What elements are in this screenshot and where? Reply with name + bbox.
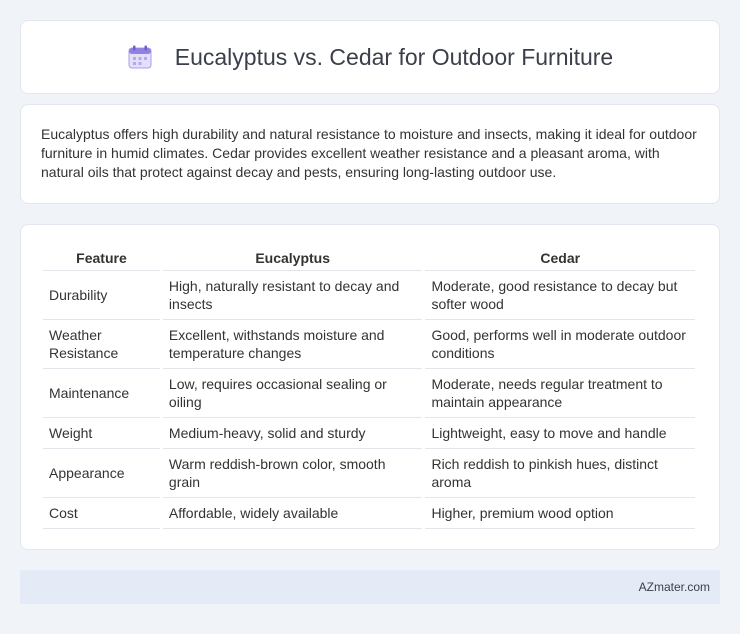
cell-feature: Appearance (43, 449, 160, 498)
title-wrap: Eucalyptus vs. Cedar for Outdoor Furnitu… (127, 44, 613, 71)
cell-cedar: Rich reddish to pinkish hues, distinct a… (425, 449, 695, 498)
cell-feature: Weight (43, 418, 160, 449)
header-eucalyptus: Eucalyptus (162, 245, 423, 271)
cell-cedar: Moderate, good resistance to decay but s… (425, 271, 695, 320)
cell-eucalyptus: Affordable, widely available (162, 498, 423, 529)
header-feature: Feature (43, 245, 160, 271)
cell-cedar: Moderate, needs regular treatment to mai… (425, 369, 695, 418)
intro-card: Eucalyptus offers high durability and na… (20, 104, 720, 204)
table-row: Cost Affordable, widely available Higher… (43, 498, 695, 529)
cell-eucalyptus: High, naturally resistant to decay and i… (162, 271, 423, 320)
table-header-row: Feature Eucalyptus Cedar (43, 245, 695, 271)
cell-eucalyptus: Low, requires occasional sealing or oili… (162, 369, 423, 418)
cell-cedar: Good, performs well in moderate outdoor … (425, 320, 695, 369)
comparison-table: Feature Eucalyptus Cedar Durability High… (40, 245, 698, 529)
cell-eucalyptus: Warm reddish-brown color, smooth grain (162, 449, 423, 498)
cell-eucalyptus: Excellent, withstands moisture and tempe… (162, 320, 423, 369)
header-cedar: Cedar (425, 245, 695, 271)
intro-text: Eucalyptus offers high durability and na… (41, 126, 697, 180)
title-card: Eucalyptus vs. Cedar for Outdoor Furnitu… (20, 20, 720, 94)
cell-feature: Cost (43, 498, 160, 529)
table-card: Feature Eucalyptus Cedar Durability High… (20, 224, 720, 550)
table-row: Durability High, naturally resistant to … (43, 271, 695, 320)
cell-feature: Maintenance (43, 369, 160, 418)
calendar-icon (127, 44, 153, 70)
cell-cedar: Lightweight, easy to move and handle (425, 418, 695, 449)
footer: AZmater.com (20, 570, 720, 604)
footer-site-link[interactable]: AZmater.com (639, 580, 710, 594)
table-row: Weight Medium-heavy, solid and sturdy Li… (43, 418, 695, 449)
table-row: Maintenance Low, requires occasional sea… (43, 369, 695, 418)
cell-feature: Weather Resistance (43, 320, 160, 369)
table-row: Appearance Warm reddish-brown color, smo… (43, 449, 695, 498)
cell-eucalyptus: Medium-heavy, solid and sturdy (162, 418, 423, 449)
table-row: Weather Resistance Excellent, withstands… (43, 320, 695, 369)
page-title: Eucalyptus vs. Cedar for Outdoor Furnitu… (174, 43, 614, 70)
cell-cedar: Higher, premium wood option (425, 498, 695, 529)
cell-feature: Durability (43, 271, 160, 320)
